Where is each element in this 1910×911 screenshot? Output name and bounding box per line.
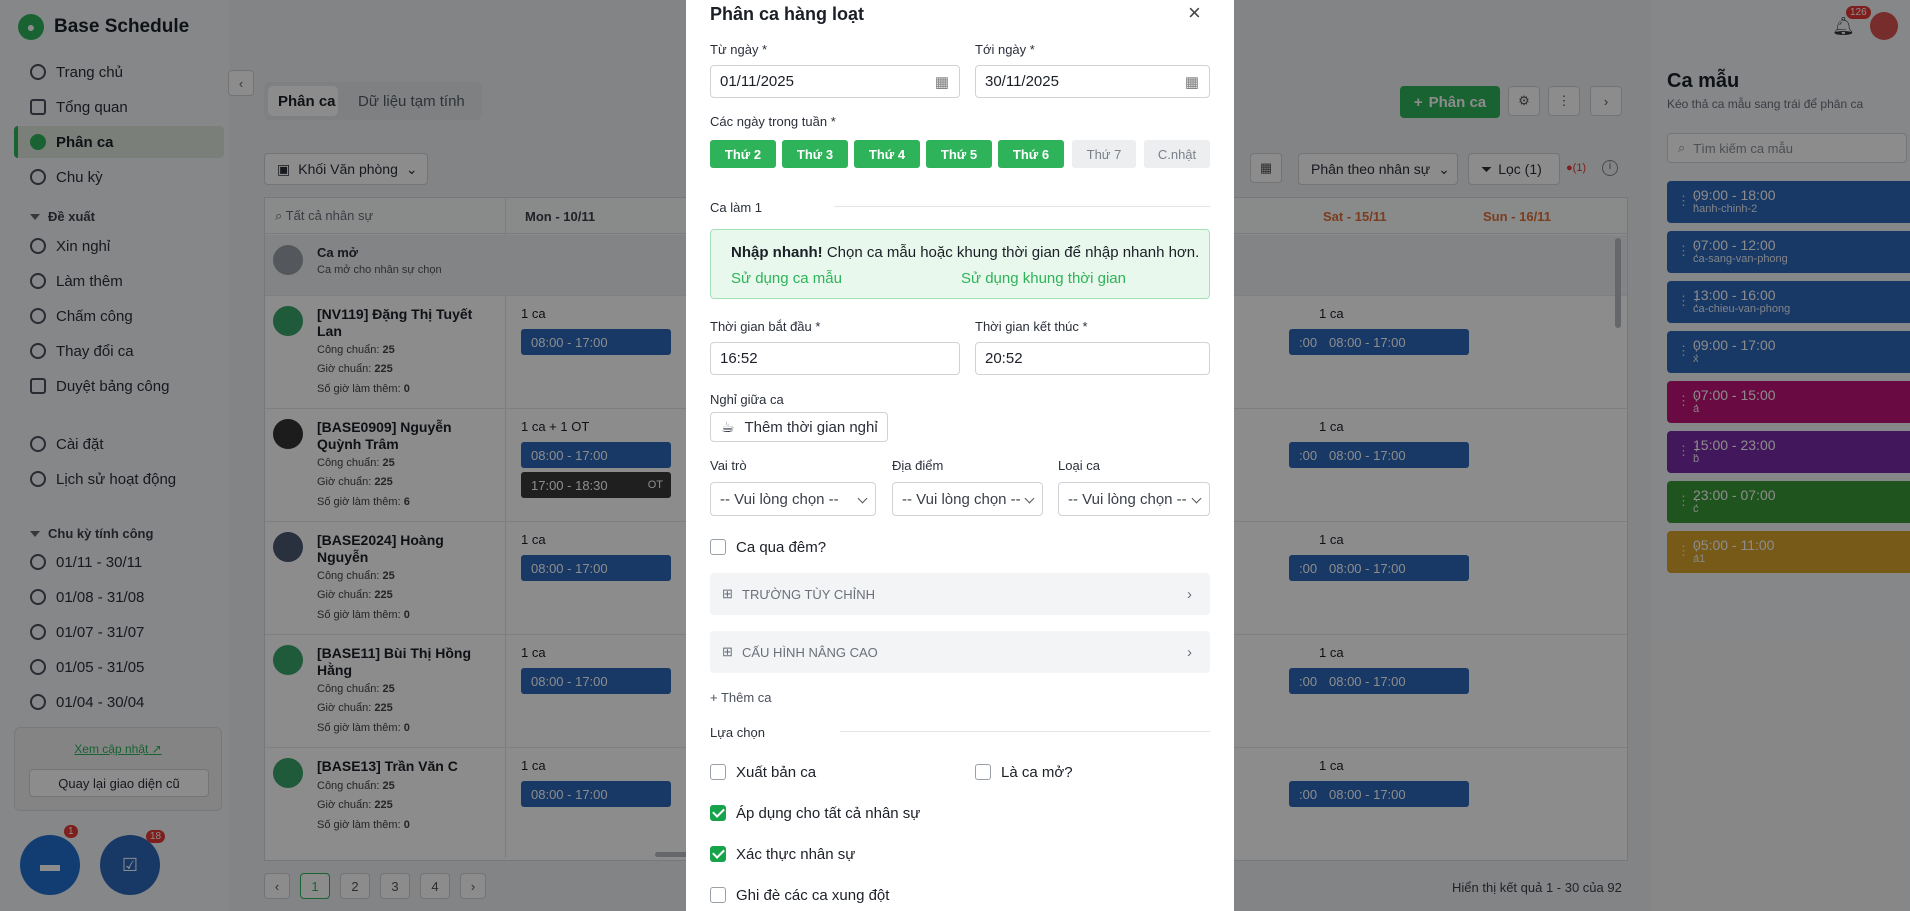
custom-fields-accordion[interactable]: ⊞ TRƯỜNG TÙY CHỈNH › — [710, 573, 1210, 615]
verify-checkbox[interactable] — [710, 846, 726, 862]
quick-input-bold: Nhập nhanh! — [731, 244, 823, 261]
weekday-fri[interactable]: Thứ 6 — [998, 140, 1064, 168]
apply-all-checkbox[interactable] — [710, 805, 726, 821]
end-time-label: Thời gian kết thúc * — [975, 319, 1088, 334]
chevron-down-icon — [1191, 493, 1202, 504]
overnight-checkbox[interactable] — [710, 539, 726, 555]
advanced-config-accordion[interactable]: ⊞ CẤU HÌNH NÂNG CAO › — [710, 631, 1210, 673]
to-date-value: 30/11/2025 — [985, 73, 1059, 90]
to-date-label: Tới ngày * — [975, 42, 1035, 57]
weekday-thu[interactable]: Thứ 5 — [926, 140, 992, 168]
shift-type-label: Loại ca — [1058, 458, 1100, 473]
location-label: Địa điểm — [892, 458, 944, 473]
coffee-icon: ☕︎ — [721, 419, 735, 436]
close-icon[interactable]: × — [1188, 0, 1201, 26]
to-date-input[interactable]: 30/11/2025 ▦ — [975, 65, 1210, 98]
quick-input-box: Nhập nhanh! Chọn ca mẫu hoặc khung thời … — [710, 229, 1210, 299]
location-select[interactable]: -- Vui lòng chọn -- — [892, 482, 1043, 516]
shift-type-select[interactable]: -- Vui lòng chọn -- — [1058, 482, 1210, 516]
chevron-right-icon: › — [1187, 585, 1192, 603]
verify-label: Xác thực nhân sự — [736, 846, 856, 863]
plus-square-icon: ⊞ — [722, 644, 733, 659]
quick-input-text: Nhập nhanh! Chọn ca mẫu hoặc khung thời … — [731, 244, 1199, 261]
start-time-input[interactable]: 16:52 — [710, 342, 960, 375]
apply-all-label: Áp dụng cho tất cả nhân sự — [736, 805, 921, 822]
section-divider — [840, 731, 1210, 732]
add-break-label: Thêm thời gian nghỉ — [744, 418, 878, 436]
advanced-config-label: CẤU HÌNH NÂNG CAO — [742, 644, 878, 660]
options-label: Lựa chọn — [710, 725, 765, 740]
weekday-wed[interactable]: Thứ 4 — [854, 140, 920, 168]
calendar-icon: ▦ — [1184, 73, 1199, 91]
weekday-sat[interactable]: Thứ 7 — [1072, 140, 1136, 168]
open-shift-label: Là ca mở? — [1001, 764, 1073, 781]
override-checkbox[interactable] — [710, 887, 726, 903]
plus-square-icon: ⊞ — [722, 586, 733, 601]
publish-checkbox[interactable] — [710, 764, 726, 780]
from-date-input[interactable]: 01/11/2025 ▦ — [710, 65, 960, 98]
end-time-input[interactable]: 20:52 — [975, 342, 1210, 375]
from-date-value: 01/11/2025 — [720, 73, 794, 90]
weekdays-label: Các ngày trong tuần * — [710, 114, 836, 129]
section-divider — [834, 206, 1210, 207]
add-break-button[interactable]: ☕︎ Thêm thời gian nghỉ — [710, 412, 888, 442]
shift-section-title: Ca làm 1 — [710, 200, 763, 215]
weekday-sun[interactable]: C.nhật — [1144, 140, 1210, 168]
location-select-value: -- Vui lòng chọn -- — [902, 490, 1021, 508]
quick-input-desc: Chọn ca mẫu hoặc khung thời gian để nhập… — [822, 244, 1200, 261]
use-timeframe-link[interactable]: Sử dụng khung thời gian — [961, 270, 1126, 287]
start-time-label: Thời gian bắt đầu * — [710, 319, 821, 334]
role-label: Vai trò — [710, 458, 747, 473]
add-shift-link[interactable]: + Thêm ca — [710, 690, 772, 705]
bulk-schedule-modal: Phân ca hàng loạt × Từ ngày * 01/11/2025… — [686, 0, 1234, 911]
chevron-down-icon — [1024, 493, 1035, 504]
from-date-label: Từ ngày * — [710, 42, 768, 57]
role-select-value: -- Vui lòng chọn -- — [720, 490, 839, 508]
modal-title: Phân ca hàng loạt — [710, 4, 865, 24]
use-template-link[interactable]: Sử dụng ca mẫu — [731, 270, 842, 287]
chevron-down-icon — [857, 493, 868, 504]
overnight-label: Ca qua đêm? — [736, 539, 827, 556]
shift-type-select-value: -- Vui lòng chọn -- — [1068, 490, 1187, 508]
override-label: Ghi đè các ca xung đột — [736, 887, 890, 904]
weekday-tue[interactable]: Thứ 3 — [782, 140, 848, 168]
weekday-mon[interactable]: Thứ 2 — [710, 140, 776, 168]
role-select[interactable]: -- Vui lòng chọn -- — [710, 482, 876, 516]
break-label: Nghỉ giữa ca — [710, 392, 784, 407]
open-shift-checkbox[interactable] — [975, 764, 991, 780]
custom-fields-label: TRƯỜNG TÙY CHỈNH — [742, 586, 875, 602]
calendar-icon: ▦ — [934, 73, 949, 91]
chevron-right-icon: › — [1187, 643, 1192, 661]
publish-label: Xuất bản ca — [736, 764, 817, 781]
